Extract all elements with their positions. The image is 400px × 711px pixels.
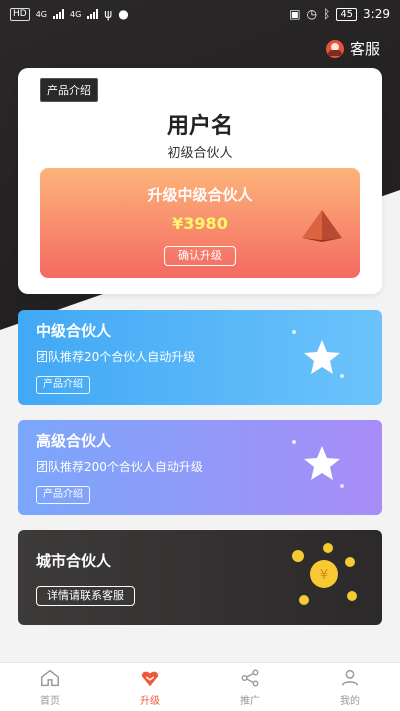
star-icon: [292, 330, 344, 378]
network-4g-icon-2: 4G: [70, 9, 82, 19]
signal-icon-2: [87, 9, 99, 19]
customer-service-button[interactable]: 客服: [325, 38, 380, 59]
status-left: HD 4G 4G ψ ●: [10, 7, 129, 21]
hd-indicator: HD: [10, 7, 30, 21]
coins-icon: ¥: [292, 543, 357, 605]
tab-label: 升级: [140, 696, 160, 707]
user-icon: [341, 669, 359, 686]
city-partner-title: 城市合伙人: [36, 552, 112, 570]
tab-promote[interactable]: 推广: [200, 663, 300, 711]
tab-label: 我的: [340, 696, 360, 707]
home-icon: [41, 669, 59, 687]
product-intro-button[interactable]: 产品介绍: [36, 376, 90, 394]
tab-mine[interactable]: 我的: [300, 663, 400, 711]
tab-label: 推广: [240, 696, 260, 707]
current-level-card: 产品介绍 用户名 初级合伙人 升级中级合伙人 ¥3980 确认升级: [18, 68, 382, 294]
upgrade-offer: 升级中级合伙人 ¥3980 确认升级: [40, 168, 360, 278]
network-4g-icon: 4G: [35, 9, 47, 19]
tab-upgrade[interactable]: 升级: [100, 663, 200, 711]
customer-service-label: 客服: [349, 40, 380, 58]
svg-text:¥: ¥: [320, 568, 328, 583]
city-partner-card[interactable]: 城市合伙人 详情请联系客服 ¥: [18, 530, 382, 625]
product-intro-button[interactable]: 产品介绍: [36, 486, 90, 504]
star-icon: [292, 440, 344, 488]
clock: 3:29: [363, 7, 390, 21]
chat-icon: ●: [118, 7, 129, 21]
service-avatar-icon: [325, 39, 344, 58]
status-bar: HD 4G 4G ψ ● ▣ ◷ ᛒ 45 3:29: [0, 0, 400, 28]
pyramid-icon: [302, 210, 342, 242]
product-intro-tag[interactable]: 产品介绍: [40, 78, 98, 102]
share-icon: [241, 669, 259, 687]
usb-icon: ψ: [104, 7, 113, 21]
current-level: 初级合伙人: [167, 146, 233, 161]
tier-title: 高级合伙人: [36, 432, 112, 450]
tier-card-high[interactable]: 高级合伙人 团队推荐200个合伙人自动升级 产品介绍: [18, 420, 382, 515]
contact-service-button[interactable]: 详情请联系客服: [36, 586, 135, 606]
tier-card-mid[interactable]: 中级合伙人 团队推荐20个合伙人自动升级 产品介绍: [18, 310, 382, 405]
tab-label: 首页: [40, 696, 60, 707]
bluetooth-icon: ᛒ: [323, 7, 331, 21]
tier-title: 中级合伙人: [36, 322, 112, 340]
signal-icon: [53, 9, 64, 19]
upgrade-title: 升级中级合伙人: [147, 186, 253, 204]
upgrade-icon: [141, 671, 159, 687]
alarm-icon: ◷: [306, 7, 318, 21]
tier-description: 团队推荐200个合伙人自动升级: [36, 460, 203, 474]
tab-home[interactable]: 首页: [0, 663, 100, 711]
bottom-tab-bar: 首页 升级 推广 我的: [0, 662, 400, 711]
confirm-upgrade-button[interactable]: 确认升级: [164, 246, 236, 266]
nfc-icon: ▣: [289, 7, 301, 21]
battery-icon: 45: [336, 7, 358, 21]
tier-description: 团队推荐20个合伙人自动升级: [36, 350, 196, 364]
username: 用户名: [166, 114, 233, 139]
status-right: ▣ ◷ ᛒ 45 3:29: [289, 7, 390, 21]
